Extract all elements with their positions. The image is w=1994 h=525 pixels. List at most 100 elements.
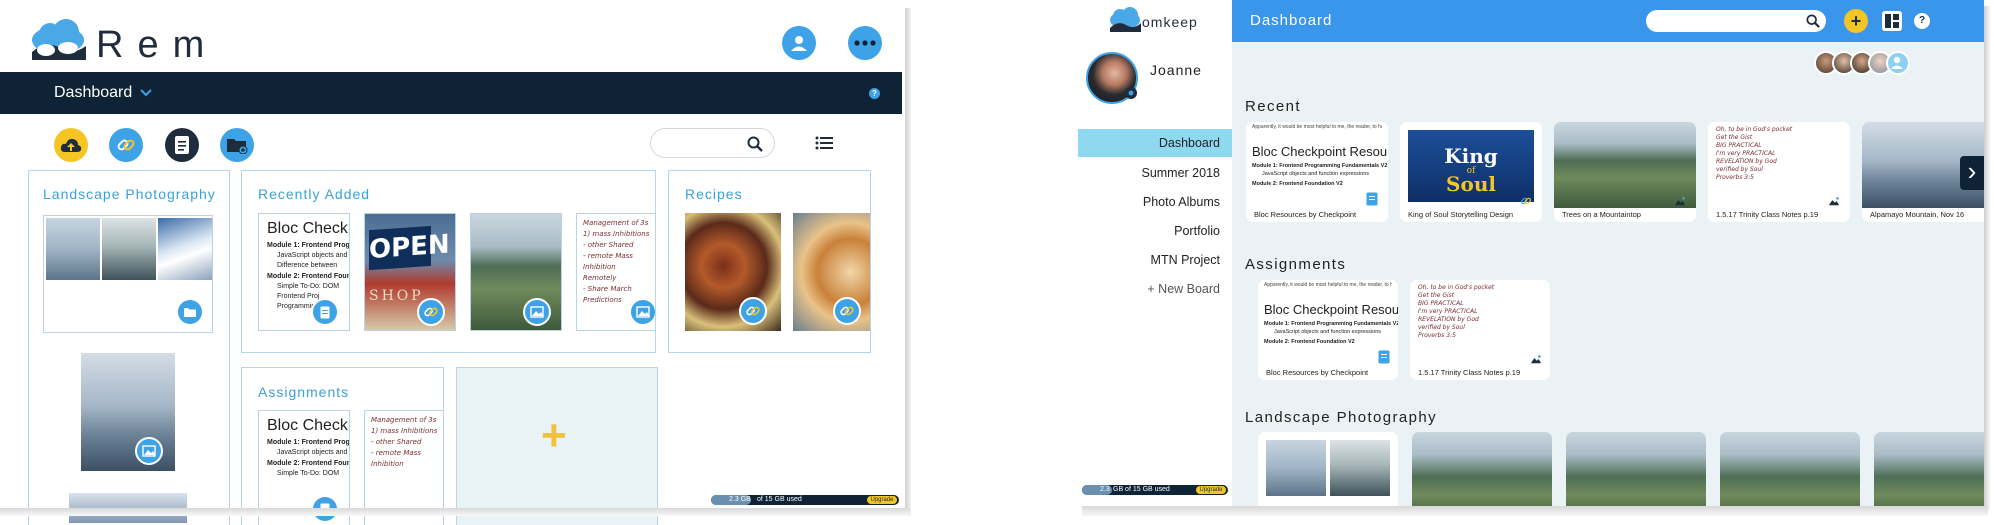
add-document-button[interactable] bbox=[165, 128, 199, 162]
recent-card-trinity-notes[interactable]: Oh, to be in God's pocket Get the Gist B… bbox=[1708, 122, 1850, 222]
doc-preview: Apparently, it would be most helpful to … bbox=[1246, 122, 1388, 202]
note-line: I'm very PRACTICAL bbox=[1716, 150, 1776, 157]
help-button[interactable]: ? bbox=[1914, 13, 1930, 29]
doc-line: Module 1: Frontend Programming Fundament… bbox=[267, 439, 350, 446]
note-line: BIG PRACTICAL bbox=[1418, 300, 1464, 307]
rem-app-window: Rem Dashboard ? Landscape Photography Re… bbox=[0, 0, 910, 525]
link-tile-recipe-1[interactable] bbox=[685, 213, 781, 331]
image-badge bbox=[523, 298, 551, 326]
plus-icon: + bbox=[541, 411, 567, 460]
upgrade-button[interactable]: Upgrade bbox=[867, 496, 897, 504]
landscape-photography-board[interactable]: Landscape Photography bbox=[28, 170, 230, 525]
doc-line: JavaScript objects and function expressi… bbox=[277, 449, 349, 456]
landscape-photo-card[interactable] bbox=[1566, 432, 1706, 507]
doc-line: Apparently, it would be most helpful to … bbox=[1252, 124, 1382, 130]
add-button[interactable]: + bbox=[1844, 9, 1868, 33]
note-line: - remote Mass bbox=[371, 449, 421, 457]
search-box[interactable] bbox=[650, 128, 775, 158]
note-line: Inhibition bbox=[371, 460, 404, 468]
note-line: Proverbs 3:5 bbox=[1716, 174, 1754, 181]
board-title: Landscape Photography bbox=[43, 186, 216, 202]
landscape-photo-card[interactable] bbox=[1412, 432, 1552, 507]
page-title: Dashboard bbox=[1250, 12, 1333, 29]
search-input[interactable] bbox=[1656, 11, 1796, 31]
help-button[interactable]: ? bbox=[869, 88, 880, 99]
search-input[interactable] bbox=[663, 130, 753, 156]
note-line: verified by Soul bbox=[1716, 166, 1763, 173]
king-text: King bbox=[1444, 144, 1498, 168]
sidebar-item-photo-albums[interactable]: Photo Albums bbox=[1143, 195, 1220, 209]
doc-line: Simple To-Do: DOM bbox=[277, 283, 340, 290]
sidebar-item-dashboard[interactable]: Dashboard bbox=[1159, 136, 1220, 150]
logo-cloud-icon[interactable] bbox=[1108, 6, 1142, 32]
document-tile[interactable]: Bloc Checkpoint Resources Module 1: Fron… bbox=[258, 213, 350, 331]
add-user-icon bbox=[1891, 56, 1903, 69]
storage-text: GB of 15 GB used bbox=[1113, 486, 1170, 493]
recent-card-king-of-soul[interactable]: King of Soul King of Soul Storytelling D… bbox=[1400, 122, 1542, 222]
add-link-button[interactable] bbox=[109, 128, 143, 162]
document-badge bbox=[311, 298, 339, 326]
folder-photo-2 bbox=[102, 218, 156, 280]
more-options-button[interactable] bbox=[848, 26, 882, 60]
assignment-card-bloc-resources[interactable]: Apparently, it would be most helpful to … bbox=[1258, 280, 1398, 380]
sidebar-item-summer-2018[interactable]: Summer 2018 bbox=[1141, 166, 1220, 180]
recently-added-board[interactable]: Recently Added Bloc Checkpoint Resources… bbox=[241, 170, 656, 353]
upload-button[interactable] bbox=[54, 128, 88, 162]
board-title: Recently Added bbox=[258, 186, 371, 202]
assignments-board[interactable]: Assignments Bloc Checkpoint Resources Mo… bbox=[241, 367, 444, 525]
new-folder-button[interactable] bbox=[220, 128, 254, 162]
grid-layout-icon[interactable] bbox=[1882, 11, 1902, 31]
image-icon bbox=[142, 445, 156, 457]
photo-tile-mountain[interactable] bbox=[470, 213, 562, 331]
doc-heading: Bloc Checkpoint Resources bbox=[1252, 144, 1388, 159]
folder-badge bbox=[176, 298, 204, 326]
add-board-tile[interactable]: + bbox=[456, 367, 658, 525]
photo-tile-misty-lake[interactable] bbox=[81, 353, 175, 471]
add-collaborator-button[interactable] bbox=[1886, 51, 1910, 75]
carousel-next-button[interactable]: › bbox=[1960, 156, 1984, 190]
settings-gear-icon[interactable] bbox=[1124, 86, 1138, 100]
sidebar-item-mtn-project[interactable]: MTN Project bbox=[1151, 253, 1220, 267]
folder-icon bbox=[184, 307, 196, 317]
sidebar-item-portfolio[interactable]: Portfolio bbox=[1174, 224, 1220, 238]
note-tile[interactable]: Management of 3s 1) mass Inhibitions - o… bbox=[576, 213, 655, 331]
landscape-photo-card[interactable] bbox=[1720, 432, 1860, 507]
note-line: 1) mass Inhibitions bbox=[371, 427, 438, 435]
king-of-soul-image: King of Soul bbox=[1408, 130, 1534, 202]
link-icon bbox=[424, 307, 438, 317]
doc-line: Module 2: Frontend Foundation V2 bbox=[1252, 181, 1343, 187]
search-icon[interactable] bbox=[1806, 14, 1820, 28]
landscape-folder-card[interactable] bbox=[1258, 432, 1398, 507]
recent-card-trees-on-mountaintop[interactable]: Trees on a Mountaintop bbox=[1554, 122, 1696, 222]
link-tile-open-shop[interactable]: OPEN SHOP bbox=[364, 213, 456, 331]
profile-button[interactable] bbox=[782, 26, 816, 60]
board-title: Assignments bbox=[258, 384, 350, 400]
card-caption: King of Soul Storytelling Design bbox=[1408, 210, 1514, 219]
note-line: 1) mass Inhibitions bbox=[583, 230, 650, 238]
folder-tile[interactable] bbox=[43, 215, 213, 333]
list-view-icon[interactable] bbox=[815, 136, 833, 150]
user-name: Joanne bbox=[1150, 62, 1202, 78]
note-line: Management of 3s bbox=[583, 219, 649, 227]
recent-card-bloc-resources[interactable]: Apparently, it would be most helpful to … bbox=[1246, 122, 1388, 222]
doc-line: Module 2: Frontend Foundation V2 bbox=[1264, 339, 1355, 345]
recipes-board[interactable]: Recipes bbox=[668, 170, 871, 353]
search-box[interactable] bbox=[1646, 10, 1826, 32]
link-icon bbox=[1520, 197, 1532, 205]
upgrade-button[interactable]: Upgrade bbox=[1196, 486, 1226, 494]
rem-logo-icon[interactable] bbox=[28, 18, 88, 60]
search-icon[interactable] bbox=[747, 136, 763, 152]
doc-line: JavaScript objects and function expressi… bbox=[277, 252, 349, 259]
link-tile-recipe-2[interactable] bbox=[793, 213, 870, 331]
window-shadow bbox=[0, 508, 910, 516]
dashboard-menu[interactable]: Dashboard bbox=[54, 84, 152, 102]
doc-heading: Bloc Checkpoint Resources bbox=[1264, 302, 1398, 317]
assignment-card-trinity-notes[interactable]: Oh, to be in God's pocket Get the Gist B… bbox=[1410, 280, 1550, 380]
link-icon bbox=[117, 139, 135, 151]
doc-line: Simple To-Do: DOM bbox=[277, 470, 340, 477]
new-board-button[interactable]: + New Board bbox=[1147, 282, 1220, 296]
open-sign: OPEN bbox=[369, 225, 450, 271]
note-line: Oh, to be in God's pocket bbox=[1418, 284, 1495, 291]
link-badge bbox=[739, 297, 767, 325]
landscape-photo-card[interactable] bbox=[1874, 432, 1984, 507]
